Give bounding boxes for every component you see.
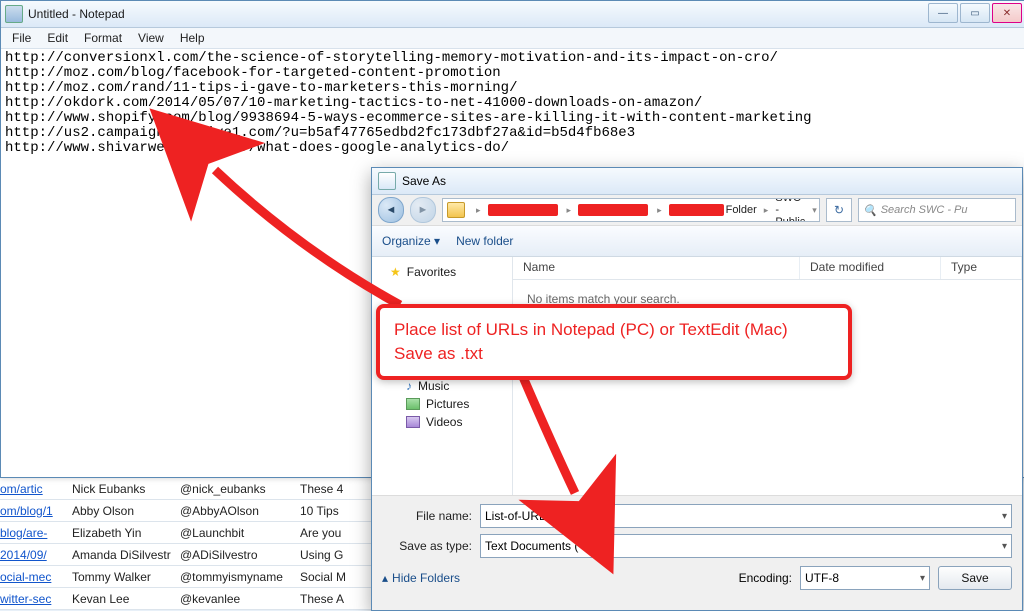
hide-folders-toggle[interactable]: ▴Hide Folders <box>382 571 460 585</box>
menu-format[interactable]: Format <box>77 29 129 47</box>
notepad-app-icon <box>5 5 23 23</box>
menu-help[interactable]: Help <box>173 29 212 47</box>
file-name-input[interactable]: List-of-URLs.txt <box>480 504 1012 528</box>
menu-file[interactable]: File <box>5 29 38 47</box>
table-row: om/blog/1Abby Olson@AbbyAOlson10 Tips <box>0 500 380 522</box>
encoding-select[interactable]: UTF-8 <box>800 566 930 590</box>
refresh-button[interactable]: ↻ <box>826 198 852 222</box>
table-row: 2014/09/Amanda DiSilvestr@ADiSilvestroUs… <box>0 544 380 566</box>
file-name-label: File name: <box>382 509 472 523</box>
nav-videos[interactable]: Videos <box>372 413 512 431</box>
pictures-icon <box>406 398 420 410</box>
breadcrumb-bar[interactable]: ▸ ▸ ▸ Folder ▸ SWC - Public ▾ <box>442 198 820 222</box>
menu-view[interactable]: View <box>131 29 171 47</box>
dialog-titlebar[interactable]: Save As <box>372 168 1022 195</box>
window-title: Untitled - Notepad <box>28 7 1020 21</box>
save-as-dialog: Save As ◄ ► ▸ ▸ ▸ Folder ▸ SWC - Public … <box>371 167 1023 611</box>
table-row: blog/are-Elizabeth Yin@LaunchbitAre you <box>0 522 380 544</box>
save-dialog-icon <box>378 172 396 190</box>
menu-edit[interactable]: Edit <box>40 29 75 47</box>
table-row: witter-secKevan Lee@kevanleeThese A <box>0 588 380 610</box>
nav-favorites[interactable]: ★Favorites <box>372 263 512 281</box>
callout-line2: Save as .txt <box>394 342 834 366</box>
save-type-label: Save as type: <box>382 539 472 553</box>
dialog-title: Save As <box>402 174 446 188</box>
redacted-path-1 <box>488 204 558 216</box>
notepad-titlebar[interactable]: Untitled - Notepad — ▭ ✕ <box>1 1 1024 28</box>
menubar: File Edit Format View Help <box>1 28 1024 49</box>
maximize-button[interactable]: ▭ <box>960 3 990 23</box>
redacted-path-3 <box>669 204 724 216</box>
folder-icon <box>447 202 465 218</box>
col-date[interactable]: Date modified <box>800 257 941 279</box>
dialog-footer: File name: List-of-URLs.txt Save as type… <box>372 495 1022 600</box>
save-type-select[interactable]: Text Documents (*.txt) <box>480 534 1012 558</box>
redacted-path-2 <box>578 204 648 216</box>
organize-menu[interactable]: Organize ▾ <box>382 234 440 248</box>
new-folder-button[interactable]: New folder <box>456 234 513 248</box>
star-icon: ★ <box>390 265 401 279</box>
search-input[interactable]: 🔍Search SWC - Pu <box>858 198 1016 222</box>
save-button[interactable]: Save <box>938 566 1012 590</box>
nav-pictures[interactable]: Pictures <box>372 395 512 413</box>
background-spreadsheet: om/articNick Eubanks@nick_eubanksThese 4… <box>0 478 380 610</box>
nav-forward-button[interactable]: ► <box>410 197 436 223</box>
table-row: om/articNick Eubanks@nick_eubanksThese 4 <box>0 478 380 500</box>
chevron-up-icon: ▴ <box>382 571 388 585</box>
annotation-callout: Place list of URLs in Notepad (PC) or Te… <box>376 304 852 380</box>
videos-icon <box>406 416 420 428</box>
minimize-button[interactable]: — <box>928 3 958 23</box>
col-type[interactable]: Type <box>941 257 1022 279</box>
column-headers[interactable]: Name Date modified Type <box>513 257 1022 280</box>
close-button[interactable]: ✕ <box>992 3 1022 23</box>
notepad-textarea[interactable]: http://conversionxl.com/the-science-of-s… <box>1 49 1024 158</box>
col-name[interactable]: Name <box>513 257 800 279</box>
dialog-nav-row: ◄ ► ▸ ▸ ▸ Folder ▸ SWC - Public ▾ ↻ 🔍Sea… <box>372 195 1022 226</box>
nav-back-button[interactable]: ◄ <box>378 197 404 223</box>
callout-line1: Place list of URLs in Notepad (PC) or Te… <box>394 318 834 342</box>
encoding-label: Encoding: <box>739 571 792 585</box>
music-icon: ♪ <box>406 379 412 393</box>
dialog-toolbar: Organize ▾ New folder <box>372 226 1022 257</box>
table-row: ocial-mecTommy Walker@tommyismynameSocia… <box>0 566 380 588</box>
